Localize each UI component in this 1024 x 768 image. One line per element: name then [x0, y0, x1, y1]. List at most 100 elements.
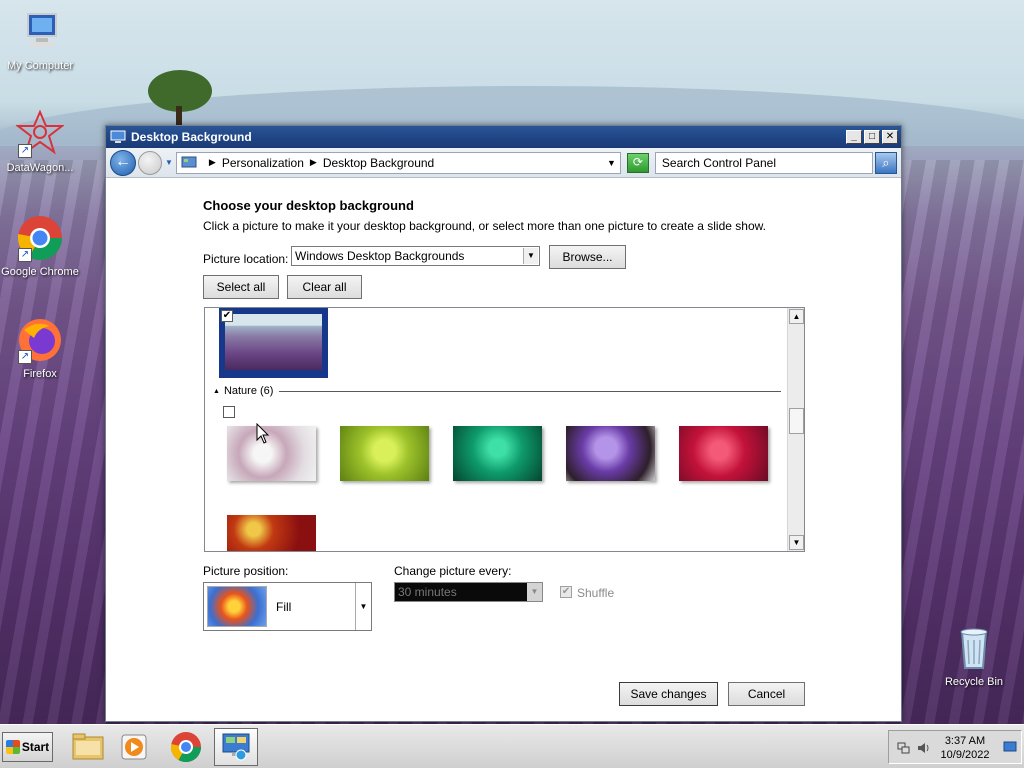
clock-date: 10/9/2022 [940, 749, 990, 761]
picture-position-label: Picture position: [203, 564, 289, 578]
desktop-icon-label: DataWagon... [6, 162, 74, 174]
refresh-button[interactable]: ⟳ [626, 152, 649, 173]
clear-all-button[interactable]: Clear all [287, 275, 362, 299]
nature-thumbnail-1[interactable] [227, 426, 316, 481]
desktop-background-window: Desktop Background _ □ ✕ ← ▼ ▶ Personali… [105, 125, 902, 722]
group-divider [279, 390, 781, 392]
browse-button[interactable]: Browse... [549, 245, 626, 269]
chevron-down-icon: ▼ [527, 583, 542, 601]
desktop-icon-label: Google Chrome [1, 266, 79, 278]
start-label: Start [21, 740, 50, 754]
breadcrumb-item-desktop-background[interactable]: Desktop Background [323, 156, 434, 170]
window-title: Desktop Background [131, 130, 252, 144]
desktop-icon-label: Recycle Bin [944, 676, 1004, 688]
desktop-icon-google-chrome[interactable]: ↗ Google Chrome [0, 214, 80, 278]
chevron-down-icon: ▼ [523, 248, 538, 264]
picture-location-label: Picture location: [203, 252, 289, 266]
change-picture-select: 30 minutes ▼ [394, 582, 543, 602]
change-picture-label: Change picture every: [394, 564, 512, 578]
address-dropdown-icon[interactable]: ▼ [607, 158, 616, 168]
breadcrumb[interactable]: ▶ Personalization ▶ Desktop Background ▼ [175, 151, 621, 174]
firefox-icon: ↗ [16, 316, 64, 364]
clock[interactable]: 3:37 AM 10/9/2022 [935, 734, 995, 762]
picture-location-value: Windows Desktop Backgrounds [295, 249, 465, 263]
minimize-button[interactable]: _ [846, 130, 862, 144]
scroll-down-icon[interactable]: ▼ [789, 535, 804, 550]
system-tray: 3:37 AM 10/9/2022 [888, 730, 1022, 764]
forward-button[interactable] [138, 150, 162, 175]
change-picture-value: 30 minutes [398, 585, 457, 599]
selected-picture-checkbox[interactable]: ✔ [221, 310, 233, 322]
shortcut-arrow-icon: ↗ [18, 144, 32, 158]
computer-icon [16, 8, 64, 56]
picture-position-value: Fill [276, 600, 292, 614]
address-bar: ← ▼ ▶ Personalization ▶ Desktop Backgrou… [106, 148, 901, 178]
desktop-icon-label: My Computer [6, 60, 74, 72]
search-input[interactable]: Search Control Panel [654, 151, 873, 174]
maximize-button[interactable]: □ [864, 130, 880, 144]
volume-icon[interactable] [917, 741, 931, 755]
selected-picture-lavender[interactable] [219, 308, 328, 378]
nature-thumbnail-6[interactable] [227, 515, 316, 551]
shuffle-label: Shuffle [577, 586, 615, 600]
datawagon-icon: ↗ [15, 109, 65, 158]
display-icon [110, 130, 126, 143]
chrome-icon [171, 732, 201, 763]
taskbar: Start 3:37 AM 10/9/2022 [0, 724, 1024, 768]
back-button[interactable]: ← [110, 149, 136, 176]
taskbar-media-player[interactable] [112, 728, 156, 766]
page-title: Choose your desktop background [203, 198, 414, 213]
breadcrumb-separator-icon: ▶ [208, 157, 216, 167]
group-name: Nature (6) [223, 385, 274, 397]
nature-thumbnail-4[interactable] [566, 426, 655, 481]
scroll-thumb[interactable] [789, 408, 804, 434]
cancel-button[interactable]: Cancel [728, 682, 805, 706]
breadcrumb-separator-icon: ▶ [309, 157, 317, 167]
clock-time: 3:37 AM [944, 735, 986, 747]
select-all-button[interactable]: Select all [203, 275, 279, 299]
shortcut-arrow-icon: ↗ [18, 350, 32, 364]
gallery-scrollbar[interactable]: ▲ ▼ [787, 308, 804, 551]
taskbar-desktop-background[interactable] [214, 728, 258, 766]
tree [144, 70, 214, 126]
close-button[interactable]: ✕ [882, 130, 898, 144]
shortcut-arrow-icon: ↗ [18, 248, 32, 262]
show-desktop-icon[interactable] [1003, 740, 1017, 754]
save-changes-button[interactable]: Save changes [619, 682, 718, 706]
title-bar[interactable]: Desktop Background _ □ ✕ [106, 126, 901, 148]
desktop-icon-recycle-bin[interactable]: Recycle Bin [934, 624, 1014, 688]
control-panel-icon [181, 156, 197, 167]
folder-icon [72, 733, 104, 760]
picture-location-select[interactable]: Windows Desktop Backgrounds ▼ [291, 246, 540, 266]
taskbar-chrome[interactable] [164, 728, 208, 766]
desktop-icon-firefox[interactable]: ↗ Firefox [0, 316, 80, 380]
windows-logo-icon [5, 740, 20, 754]
recycle-bin-icon [950, 624, 998, 672]
taskbar-explorer[interactable] [66, 728, 110, 766]
search-icon[interactable]: ⌕ [874, 151, 897, 174]
nature-thumbnail-2[interactable] [340, 426, 429, 481]
desktop-icon-datawagon[interactable]: ↗ DataWagon... [0, 109, 80, 174]
content-area: Choose your desktop background Click a p… [106, 178, 901, 721]
picture-gallery: ✔ ▲ Nature (6) ▲ ▼ [204, 307, 805, 552]
group-header-nature[interactable]: ▲ Nature (6) [213, 384, 781, 398]
group-select-checkbox[interactable] [223, 406, 235, 418]
desktop-icon-label: Firefox [23, 368, 57, 380]
page-description: Click a picture to make it your desktop … [203, 219, 766, 233]
scroll-up-icon[interactable]: ▲ [789, 309, 804, 324]
recent-pages-dropdown-icon[interactable]: ▼ [165, 158, 173, 167]
mouse-cursor-icon [256, 423, 270, 444]
chrome-icon: ↗ [16, 214, 64, 262]
network-icon[interactable] [897, 741, 911, 755]
picture-position-select[interactable]: Fill ▼ [203, 582, 372, 631]
nature-thumbnail-5[interactable] [679, 426, 768, 481]
breadcrumb-item-personalization[interactable]: Personalization [222, 156, 304, 170]
chevron-down-icon: ▼ [355, 583, 371, 630]
shuffle-checkbox: ✔ [560, 586, 572, 598]
start-button[interactable]: Start [2, 732, 53, 762]
nature-thumbnail-3[interactable] [453, 426, 542, 481]
desktop-icon-my-computer[interactable]: My Computer [0, 8, 80, 72]
collapse-caret-icon: ▲ [213, 387, 220, 395]
position-preview-image [207, 586, 267, 627]
media-player-icon [121, 734, 147, 760]
